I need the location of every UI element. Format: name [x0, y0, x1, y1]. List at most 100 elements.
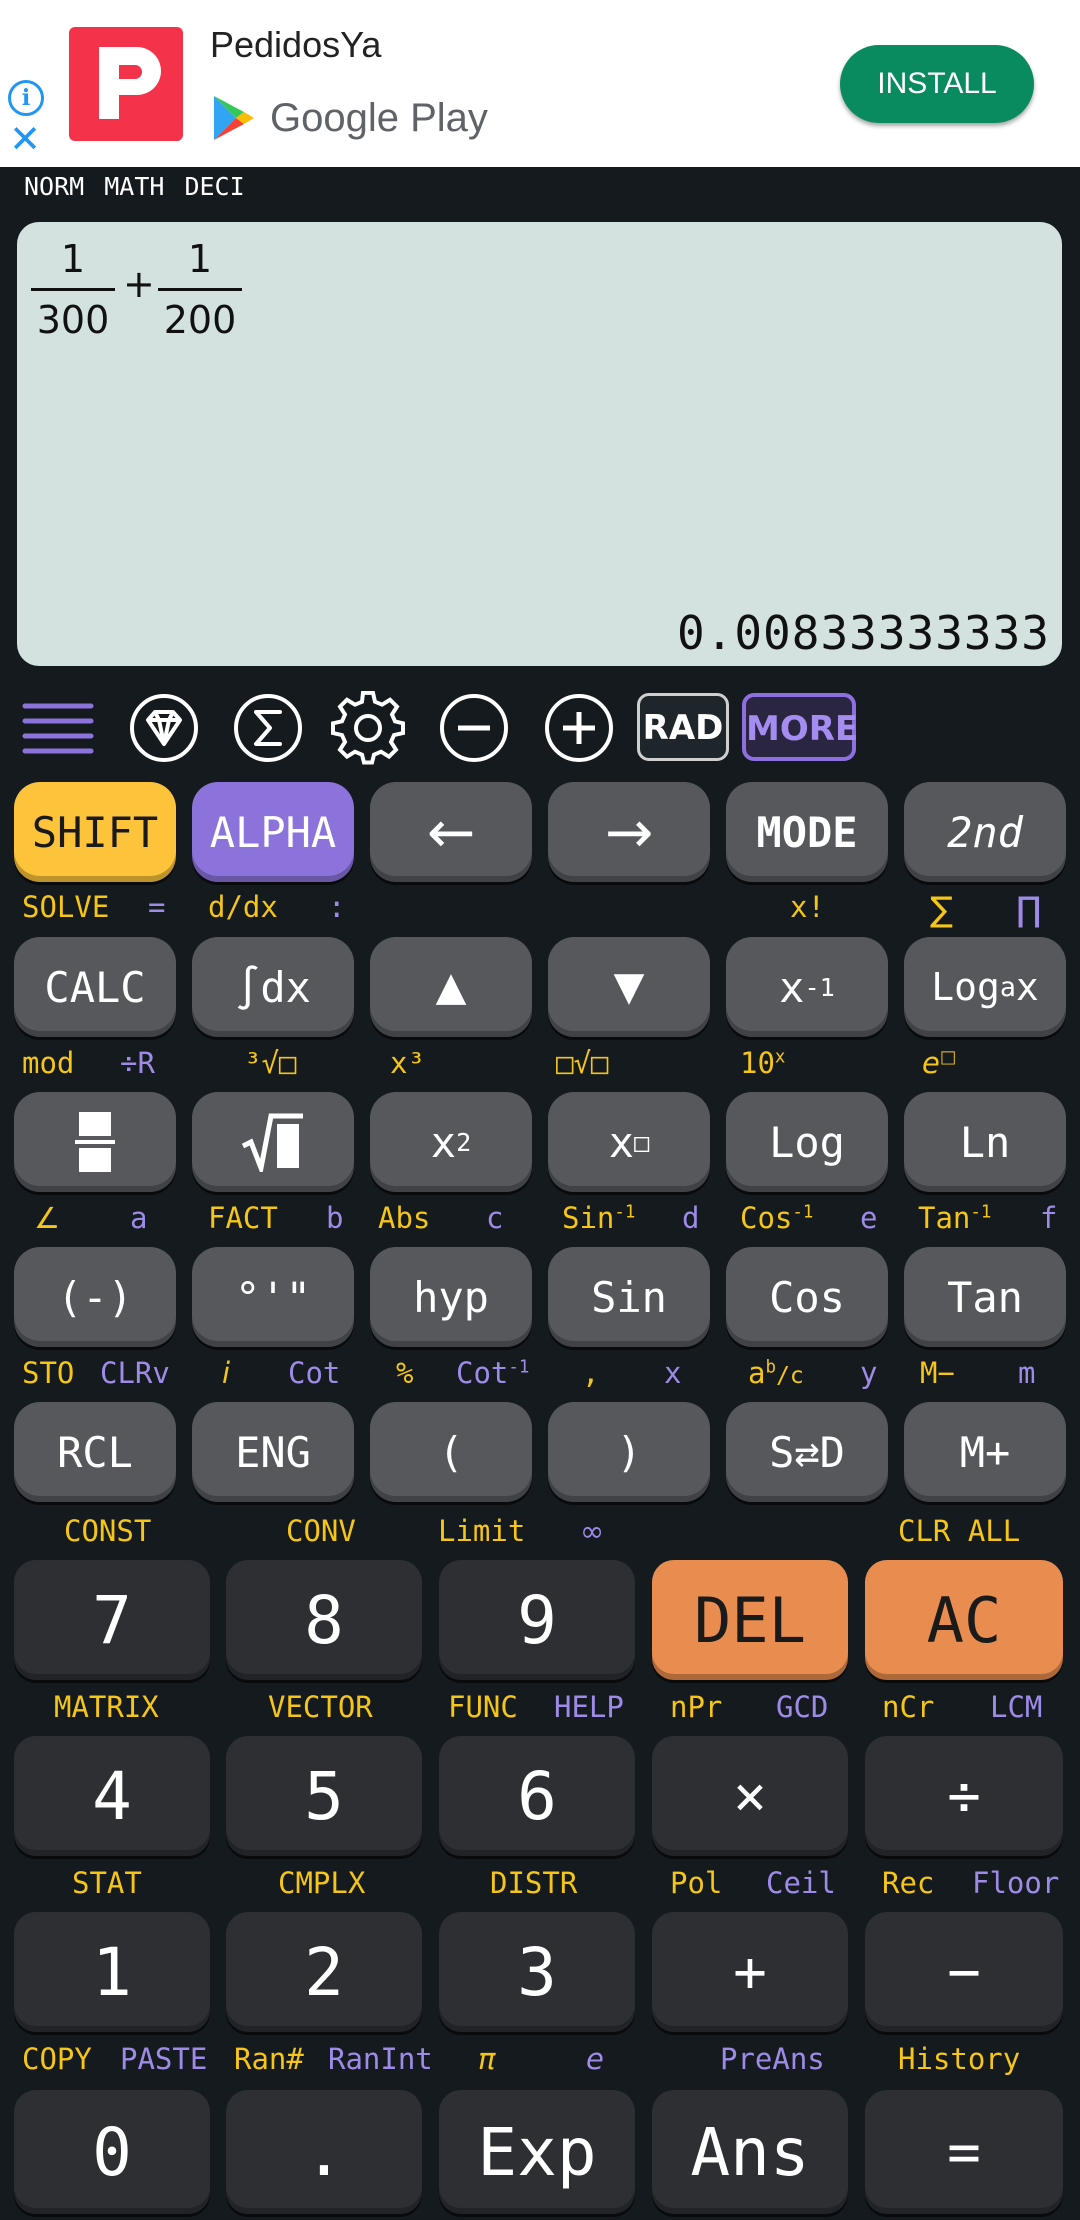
- degree-key[interactable]: °'": [192, 1247, 354, 1347]
- label-lcm: LCM: [990, 1690, 1043, 1724]
- negative-key[interactable]: (-): [14, 1247, 176, 1347]
- close-paren-key[interactable]: ): [548, 1402, 710, 1502]
- open-paren-key[interactable]: (: [370, 1402, 532, 1502]
- delete-key[interactable]: DEL: [652, 1560, 848, 1680]
- shift-key[interactable]: SHIFT: [14, 782, 176, 882]
- label-clrv: CLRv: [100, 1356, 170, 1390]
- equals-key[interactable]: =: [865, 2090, 1063, 2214]
- power-key[interactable]: x □: [548, 1092, 710, 1192]
- label-comma: ,: [582, 1356, 600, 1390]
- install-button[interactable]: INSTALL: [840, 45, 1034, 123]
- up-arrow-key[interactable]: ▲: [370, 937, 532, 1037]
- label-a: a: [130, 1201, 148, 1235]
- down-arrow-key[interactable]: ▼: [548, 937, 710, 1037]
- fraction-icon: [75, 1112, 115, 1172]
- left-arrow-key[interactable]: ←: [370, 782, 532, 882]
- label-cot-inverse: Cot-1: [456, 1356, 530, 1390]
- ad-banner[interactable]: i ✕ PedidosYa Google Play INSTALL: [0, 0, 1080, 167]
- label-b: b: [326, 1201, 344, 1235]
- sigma-icon[interactable]: [230, 690, 306, 766]
- digit-6-key[interactable]: 6: [439, 1736, 635, 1856]
- more-button[interactable]: MORE: [742, 693, 858, 761]
- rcl-key[interactable]: RCL: [14, 1402, 176, 1502]
- integral-key[interactable]: ∫dx: [192, 937, 354, 1037]
- status-deci: DECI: [184, 172, 245, 201]
- log-base-key[interactable]: Log a x: [904, 937, 1066, 1037]
- m-plus-key[interactable]: M+: [904, 1402, 1066, 1502]
- digit-3-key[interactable]: 3: [439, 1912, 635, 2032]
- hyp-key[interactable]: hyp: [370, 1247, 532, 1347]
- label-e-const: e: [586, 2042, 604, 2076]
- calculator-display[interactable]: 1 300 + 1 200 0.00833333333: [17, 222, 1062, 666]
- ad-title[interactable]: PedidosYa: [210, 24, 381, 66]
- label-percent: %: [396, 1356, 414, 1390]
- digit-9-key[interactable]: 9: [439, 1560, 635, 1680]
- mode-key[interactable]: MODE: [726, 782, 888, 882]
- tan-key[interactable]: Tan: [904, 1247, 1066, 1347]
- pedidosya-logo[interactable]: [69, 27, 183, 141]
- divide-key[interactable]: ÷: [865, 1736, 1063, 1856]
- s-to-d-key[interactable]: S⇄D: [726, 1402, 888, 1502]
- cos-key[interactable]: Cos: [726, 1247, 888, 1347]
- minus-key[interactable]: −: [865, 1912, 1063, 2032]
- eng-key[interactable]: ENG: [192, 1402, 354, 1502]
- multiply-key[interactable]: ×: [652, 1736, 848, 1856]
- label-vector: VECTOR: [268, 1690, 373, 1724]
- fraction-2: 1 200: [158, 234, 242, 345]
- ad-store-badge: Google Play: [212, 90, 488, 146]
- ln-key[interactable]: Ln: [904, 1092, 1066, 1192]
- plus-key[interactable]: +: [652, 1912, 848, 2032]
- reciprocal-key[interactable]: x -1: [726, 937, 888, 1037]
- menu-icon[interactable]: [20, 690, 96, 766]
- exp-key[interactable]: Exp: [439, 2090, 635, 2214]
- label-i: i: [222, 1356, 231, 1390]
- label-limit: Limit: [438, 1514, 526, 1548]
- digit-2-key[interactable]: 2: [226, 1912, 422, 2032]
- label-ran: Ran#: [234, 2042, 304, 2076]
- status-bar: NORM MATH DECI: [24, 172, 245, 202]
- log-key[interactable]: Log: [726, 1092, 888, 1192]
- label-mod: mod: [22, 1046, 75, 1080]
- digit-0-key[interactable]: 0: [14, 2090, 210, 2214]
- label-ncr: nCr: [882, 1690, 935, 1724]
- label-sto: STO: [22, 1356, 75, 1390]
- alpha-key[interactable]: ALPHA: [192, 782, 354, 882]
- decimal-point-key[interactable]: .: [226, 2090, 422, 2214]
- ad-info-icon[interactable]: i: [8, 80, 44, 116]
- ans-key[interactable]: Ans: [652, 2090, 848, 2214]
- label-paste: PASTE: [120, 2042, 208, 2076]
- digit-4-key[interactable]: 4: [14, 1736, 210, 1856]
- all-clear-key[interactable]: AC: [865, 1560, 1063, 1680]
- sqrt-key[interactable]: [192, 1092, 354, 1192]
- square-key[interactable]: x2: [370, 1092, 532, 1192]
- gear-icon[interactable]: [330, 690, 406, 766]
- rad-button[interactable]: RAD: [637, 693, 729, 761]
- ad-close-icon[interactable]: ✕: [8, 120, 42, 158]
- label-m-minus: M−: [920, 1356, 955, 1390]
- label-product: ∏: [1016, 890, 1042, 930]
- label-ten-power: 10x: [740, 1046, 786, 1080]
- right-arrow-key[interactable]: →: [548, 782, 710, 882]
- digit-1-key[interactable]: 1: [14, 1912, 210, 2032]
- label-c: c: [486, 1201, 504, 1235]
- calc-key[interactable]: CALC: [14, 937, 176, 1037]
- label-cot: Cot: [288, 1356, 341, 1390]
- label-floor: Floor: [972, 1866, 1060, 1900]
- digit-5-key[interactable]: 5: [226, 1736, 422, 1856]
- sin-key[interactable]: Sin: [548, 1247, 710, 1347]
- label-infinity: ∞: [580, 1514, 605, 1548]
- fraction-key[interactable]: [14, 1092, 176, 1192]
- label-fraction-abc: ab/c: [748, 1356, 804, 1390]
- label-x-root: □√□: [556, 1046, 609, 1080]
- minus-circle-icon[interactable]: [436, 690, 512, 766]
- label-distr: DISTR: [490, 1866, 578, 1900]
- label-sum: ∑: [930, 890, 953, 930]
- digit-8-key[interactable]: 8: [226, 1560, 422, 1680]
- gem-icon[interactable]: [126, 690, 202, 766]
- label-npr: nPr: [670, 1690, 723, 1724]
- label-pi: π: [478, 2042, 496, 2076]
- second-key[interactable]: 2nd: [904, 782, 1066, 882]
- digit-7-key[interactable]: 7: [14, 1560, 210, 1680]
- label-cmplx: CMPLX: [278, 1866, 366, 1900]
- plus-circle-icon[interactable]: [541, 690, 617, 766]
